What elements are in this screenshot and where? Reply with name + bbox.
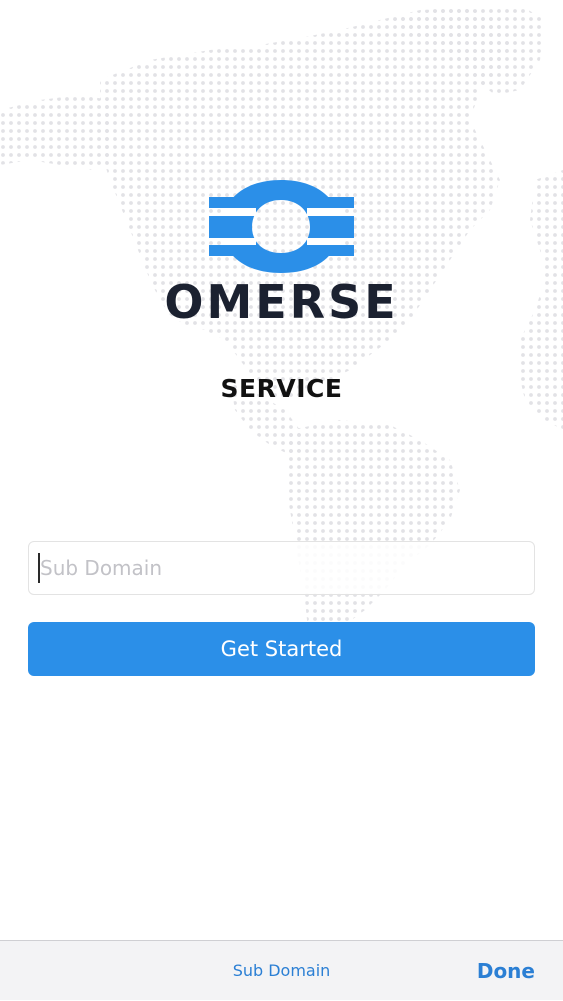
sub-domain-input[interactable] <box>29 542 534 594</box>
sub-domain-field[interactable] <box>28 541 535 595</box>
keyboard-accessory-bar: Sub Domain Done <box>0 940 563 1000</box>
page-title: SERVICE <box>220 374 343 403</box>
brand-name: OMERSE <box>164 275 399 329</box>
get-started-button[interactable]: Get Started <box>28 622 535 676</box>
text-cursor <box>38 553 40 583</box>
done-button[interactable]: Done <box>477 941 535 1001</box>
